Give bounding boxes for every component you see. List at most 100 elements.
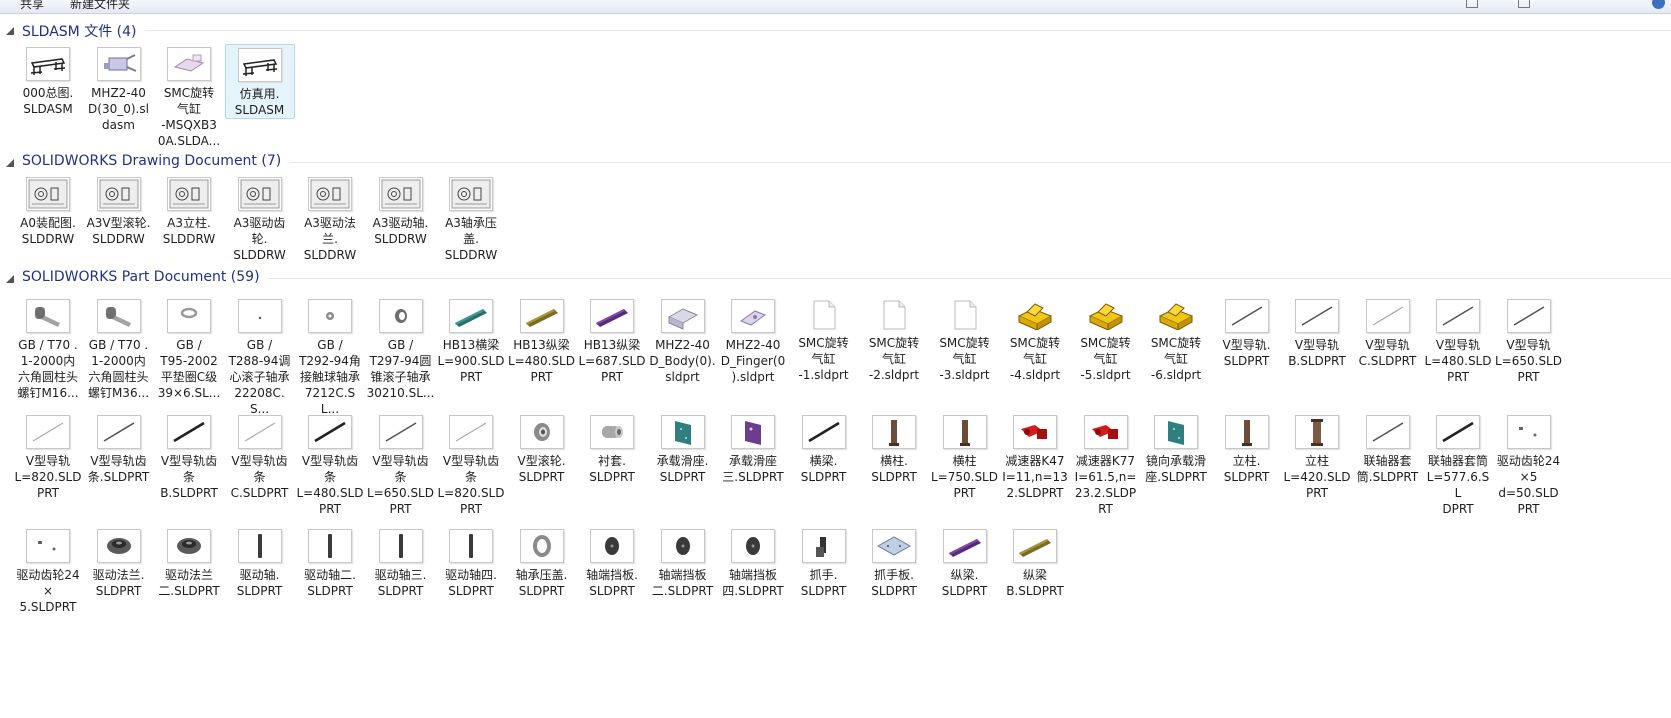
file-item[interactable]: MHZ2-40 D_Body(0). sldprt	[648, 296, 718, 385]
file-item[interactable]: 承载滑座 三.SLDPRT	[718, 412, 788, 485]
file-item[interactable]: 000总图. SLDASM	[13, 44, 83, 117]
collapse-triangle-icon[interactable]	[6, 159, 14, 167]
preview-pane-icon[interactable]	[1518, 0, 1530, 8]
file-item[interactable]: A3轴承压 盖. SLDDRW	[436, 174, 506, 263]
light-rail-icon	[1365, 299, 1410, 333]
file-item[interactable]: GB / T70 . 1-2000内 六角圆柱头 螺钉M16...	[13, 296, 83, 401]
rotary-cylinder-assembly-icon	[167, 47, 211, 81]
file-item[interactable]: SMC旋转 气缸 -2.sldprt	[859, 296, 929, 383]
file-item[interactable]: 轴承压盖. SLDPRT	[507, 526, 577, 599]
file-item[interactable]: 驱动轴三. SLDPRT	[366, 526, 436, 599]
file-item[interactable]: 轴端挡板. SLDPRT	[577, 526, 647, 599]
file-item[interactable]: V型导轨齿条 L=480.SLD PRT	[295, 412, 365, 517]
file-item[interactable]: A3立柱. SLDDRW	[154, 174, 224, 247]
file-item[interactable]: V型导轨齿条 C.SLDPRT	[225, 412, 295, 501]
group-header[interactable]: SOLIDWORKS Part Document (59)	[0, 268, 1671, 288]
end-plate-icon	[590, 529, 634, 563]
file-item[interactable]: 镜向承载滑 座.SLDPRT	[1141, 412, 1211, 485]
drawing-sheet-icon	[26, 177, 70, 211]
file-item[interactable]: A3V型滚轮. SLDDRW	[84, 174, 154, 247]
file-item[interactable]: GB / T95-2002 平垫圈C级 39×6.SL...	[154, 296, 224, 401]
file-item[interactable]: 驱动法兰 二.SLDPRT	[154, 526, 224, 599]
blank-document-icon	[943, 299, 986, 331]
group-header[interactable]: SLDASM 文件 (4)	[0, 20, 1671, 41]
file-item[interactable]: 横柱. SLDPRT	[859, 412, 929, 485]
file-item[interactable]: 驱动齿轮24 × 5.SLDPRT	[13, 526, 83, 615]
light-rail-icon	[449, 415, 493, 449]
file-item[interactable]: SMC旋转 气缸 -1.sldprt	[789, 296, 859, 383]
gripper-hand-icon	[801, 529, 846, 563]
file-item[interactable]: 联轴器套 筒.SLDPRT	[1353, 412, 1423, 485]
file-item[interactable]: 立柱 L=420.SLD PRT	[1282, 412, 1352, 501]
file-item[interactable]: 驱动轴四. SLDPRT	[436, 526, 506, 599]
file-item[interactable]: V型导轨 C.SLDPRT	[1353, 296, 1423, 369]
file-item[interactable]: A3驱动齿 轮. SLDDRW	[225, 174, 295, 263]
view-options-icon[interactable]	[1466, 0, 1478, 8]
file-item[interactable]: 减速器K47 I=11,n=13 2.SLDPRT	[1000, 412, 1070, 501]
file-item[interactable]: SMC旋转 气缸 -4.sldprt	[1000, 296, 1070, 383]
blank-document-icon	[802, 299, 845, 331]
file-item[interactable]: 减速器K77 I=61.5,n= 23.2.SLDP RT	[1071, 412, 1141, 517]
file-name: 横柱. SLDPRT	[871, 454, 917, 484]
file-item[interactable]: 横梁. SLDPRT	[789, 412, 859, 485]
file-item[interactable]: V型导轨齿条 L=820.SLD PRT	[436, 412, 506, 517]
file-item[interactable]: 联轴器套筒 L=577.6.SL DPRT	[1423, 412, 1493, 517]
file-name: 联轴器套 筒.SLDPRT	[1356, 454, 1419, 484]
file-item[interactable]: 纵梁 B.SLDPRT	[1000, 526, 1070, 599]
file-item[interactable]: 抓手板. SLDPRT	[859, 526, 929, 599]
file-item[interactable]: A0装配图. SLDDRW	[13, 174, 83, 247]
file-item[interactable]: MHZ2-40 D_Finger(0).sldprt	[718, 296, 788, 385]
collapse-triangle-icon[interactable]	[6, 275, 14, 283]
file-item[interactable]: V型导轨 B.SLDPRT	[1282, 296, 1352, 369]
ring-icon	[519, 529, 564, 563]
file-item[interactable]: SMC旋转 气缸 -6.sldprt	[1141, 296, 1211, 383]
file-item[interactable]: HB13横梁 L=900.SLD PRT	[436, 296, 506, 385]
share-button[interactable]: 共享	[20, 0, 44, 12]
file-item[interactable]: V型导轨齿 条.SLDPRT	[84, 412, 154, 485]
file-item[interactable]: 仿真用. SLDASM	[224, 44, 295, 119]
dark-rail-icon	[167, 415, 211, 449]
file-item[interactable]: V型导轨 L=650.SLD PRT	[1494, 296, 1564, 385]
file-name: 驱动法兰 二.SLDPRT	[158, 568, 220, 598]
collapse-triangle-icon[interactable]	[6, 27, 14, 35]
file-item[interactable]: 横柱 L=750.SLD PRT	[930, 412, 1000, 501]
file-item[interactable]: V型导轨 L=480.SLD PRT	[1423, 296, 1493, 385]
file-item[interactable]: 驱动法兰. SLDPRT	[84, 526, 154, 599]
new-folder-button[interactable]: 新建文件夹	[70, 0, 130, 12]
file-item[interactable]: 驱动齿轮24 ×5 d=50.SLD PRT	[1494, 412, 1564, 517]
drawing-sheet-icon	[237, 177, 282, 211]
file-item[interactable]: MHZ2-40 D(30_0).sl dasm	[84, 44, 154, 133]
file-item[interactable]: V型导轨齿条 L=650.SLD PRT	[366, 412, 436, 517]
file-item[interactable]: V型导轨 L=820.SLD PRT	[13, 412, 83, 501]
file-item[interactable]: 纵梁. SLDPRT	[930, 526, 1000, 599]
file-item[interactable]: 衬套. SLDPRT	[577, 412, 647, 485]
red-reducer-icon	[1013, 415, 1057, 449]
gripper-finger-icon	[731, 299, 775, 333]
file-item[interactable]: V型滚轮. SLDPRT	[507, 412, 577, 485]
file-item[interactable]: 轴端挡板 四.SLDPRT	[718, 526, 788, 599]
help-icon[interactable]	[1652, 0, 1665, 9]
group-title: SOLIDWORKS Drawing Document (7)	[22, 153, 286, 169]
file-item[interactable]: HB13纵梁 L=687.SLD PRT	[577, 296, 647, 385]
file-item[interactable]: SMC旋转 气缸 -MSQXB3 0A.SLDA...	[154, 44, 224, 149]
file-item[interactable]: GB / T292-94角 接触球轴承 7212C.SL...	[295, 296, 365, 417]
file-item[interactable]: A3驱动法 兰. SLDDRW	[295, 174, 365, 263]
file-item[interactable]: V型导轨. SLDPRT	[1212, 296, 1282, 369]
file-name: HB13纵梁 L=687.SLD PRT	[578, 338, 646, 384]
file-item[interactable]: 抓手. SLDPRT	[789, 526, 859, 599]
file-item[interactable]: A3驱动轴. SLDDRW	[366, 174, 436, 247]
file-item[interactable]: GB / T297-94圆 锥滚子轴承 30210.SL...	[366, 296, 436, 401]
file-item[interactable]: SMC旋转 气缸 -3.sldprt	[930, 296, 1000, 383]
file-item[interactable]: 驱动轴二. SLDPRT	[295, 526, 365, 599]
group-header[interactable]: SOLIDWORKS Drawing Document (7)	[0, 152, 1671, 172]
file-item[interactable]: SMC旋转 气缸 -5.sldprt	[1071, 296, 1141, 383]
file-item[interactable]: 承载滑座. SLDPRT	[648, 412, 718, 485]
file-item[interactable]: 立柱. SLDPRT	[1212, 412, 1282, 485]
bolt-icon	[26, 299, 70, 333]
file-item[interactable]: GB / T288-94调 心滚子轴承 22208C.S...	[225, 296, 295, 417]
file-item[interactable]: GB / T70 . 1-2000内 六角圆柱头 螺钉M36...	[84, 296, 154, 401]
file-item[interactable]: HB13纵梁 L=480.SLD PRT	[507, 296, 577, 385]
file-item[interactable]: V型导轨齿条 B.SLDPRT	[154, 412, 224, 501]
file-item[interactable]: 轴端挡板 二.SLDPRT	[648, 526, 718, 599]
file-item[interactable]: 驱动轴. SLDPRT	[225, 526, 295, 599]
